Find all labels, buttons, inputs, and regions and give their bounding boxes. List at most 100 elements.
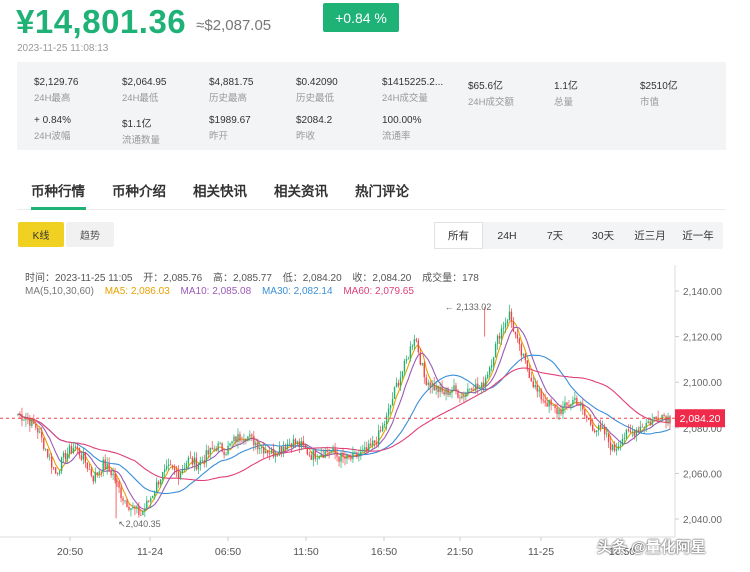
candle-body <box>223 451 225 456</box>
kline-chart[interactable]: 2,140.002,120.002,100.002,080.002,060.00… <box>0 265 750 572</box>
candle-body <box>623 437 626 440</box>
candle-body <box>21 414 23 421</box>
tab-intro[interactable]: 币种介绍 <box>112 180 166 200</box>
candle-body <box>308 454 311 456</box>
candle-body <box>124 500 126 502</box>
candle-body <box>318 456 320 459</box>
candle-body <box>110 470 112 476</box>
candle-body <box>544 400 546 403</box>
candle-body <box>423 363 425 378</box>
candle-body <box>631 431 634 433</box>
candle-body <box>41 431 43 438</box>
stat-ath: $4,881.75 历史最高 <box>209 77 254 104</box>
ma30-line <box>17 354 671 495</box>
range-1y[interactable]: 近一年 <box>673 222 723 249</box>
candle-body <box>80 455 83 460</box>
candle-body <box>445 388 447 395</box>
candle-body <box>399 377 402 386</box>
trend-button[interactable]: 趋势 <box>66 222 114 247</box>
tab-news[interactable]: 相关资讯 <box>274 180 328 200</box>
tab-flash-news[interactable]: 相关快讯 <box>193 180 247 200</box>
candle-body <box>621 439 624 446</box>
stat-24h-high: $2,129.76 24H最高 <box>34 77 79 104</box>
candle-body <box>268 453 271 455</box>
ohlc-volume: 成交量：178 <box>422 273 479 284</box>
candle-body <box>292 439 295 448</box>
candle-body <box>175 469 178 472</box>
candle-body <box>106 463 108 470</box>
candle-body <box>530 378 532 382</box>
candle-body <box>342 453 344 457</box>
stat-circulating: $1.1亿 流通数量 <box>122 119 161 146</box>
candle-body <box>316 458 318 460</box>
candle-body <box>461 395 463 399</box>
candle-body <box>185 463 188 469</box>
candle-body <box>278 446 281 456</box>
candle-body <box>651 419 653 425</box>
candle-body <box>520 344 523 356</box>
range-30d[interactable]: 30天 <box>579 222 627 249</box>
candle-body <box>209 447 211 455</box>
candle-body <box>225 454 227 456</box>
watermark: 头条 @量化阿星 <box>597 539 706 556</box>
candle-body <box>570 404 572 407</box>
candle-body <box>485 377 487 387</box>
candle-body <box>62 453 65 458</box>
candle-body <box>411 345 414 347</box>
range-3m[interactable]: 近三月 <box>627 222 673 249</box>
candle-body <box>177 471 180 479</box>
kline-button[interactable]: K线 <box>18 222 64 247</box>
candle-body <box>253 435 255 446</box>
main-price: ¥14,801.36 <box>16 3 187 40</box>
candle-body <box>643 427 645 429</box>
tab-active-indicator <box>31 207 86 210</box>
ma60-value: MA60: 2,079.65 <box>343 286 414 297</box>
range-selector: 所有 24H 7天 30天 近三月 近一年 <box>434 222 723 249</box>
candle-body <box>582 404 584 410</box>
candle-body <box>165 465 168 470</box>
tab-market[interactable]: 币种行情 <box>31 180 85 200</box>
candle-body <box>284 446 287 450</box>
range-7d[interactable]: 7天 <box>531 222 579 249</box>
candle-body <box>391 398 394 405</box>
candle-body <box>552 405 554 406</box>
candle-body <box>90 469 93 476</box>
range-24h[interactable]: 24H <box>483 222 531 249</box>
x-tick-label: 21:50 <box>447 546 473 558</box>
candle-body <box>56 473 59 474</box>
candle-body <box>409 346 412 359</box>
candle-body <box>33 418 35 424</box>
candle-body <box>556 407 558 415</box>
candle-body <box>23 419 25 421</box>
candle-body <box>479 387 481 389</box>
candle-body <box>274 454 277 457</box>
x-tick-label: 11:50 <box>293 546 319 558</box>
candle-body <box>427 382 429 385</box>
stat-24h-amount: $65.6亿 24H成交额 <box>468 81 514 108</box>
ma30-value: MA30: 2,082.14 <box>261 286 333 297</box>
candle-body <box>302 441 305 446</box>
tab-comments[interactable]: 热门评论 <box>355 180 409 200</box>
x-tick-label: 20:50 <box>57 546 83 558</box>
candles <box>17 304 671 519</box>
stat-24h-low: $2,064.95 24H最低 <box>122 77 167 104</box>
range-all[interactable]: 所有 <box>434 222 483 249</box>
candle-body <box>326 450 328 452</box>
candle-body <box>288 443 291 445</box>
candle-body <box>548 399 550 407</box>
candle-body <box>19 414 21 416</box>
candle-body <box>419 352 421 365</box>
candle-body <box>163 469 166 473</box>
candle-body <box>546 402 548 407</box>
candle-body <box>568 405 570 407</box>
candle-body <box>488 367 491 375</box>
candle-body <box>290 443 293 448</box>
candle-body <box>584 409 586 416</box>
candle-body <box>50 456 53 468</box>
candle-body <box>473 389 475 391</box>
candle-body <box>481 382 483 388</box>
candle-body <box>362 449 364 452</box>
candle-body <box>469 388 471 390</box>
candle-body <box>171 465 174 468</box>
candle-body <box>328 451 330 453</box>
